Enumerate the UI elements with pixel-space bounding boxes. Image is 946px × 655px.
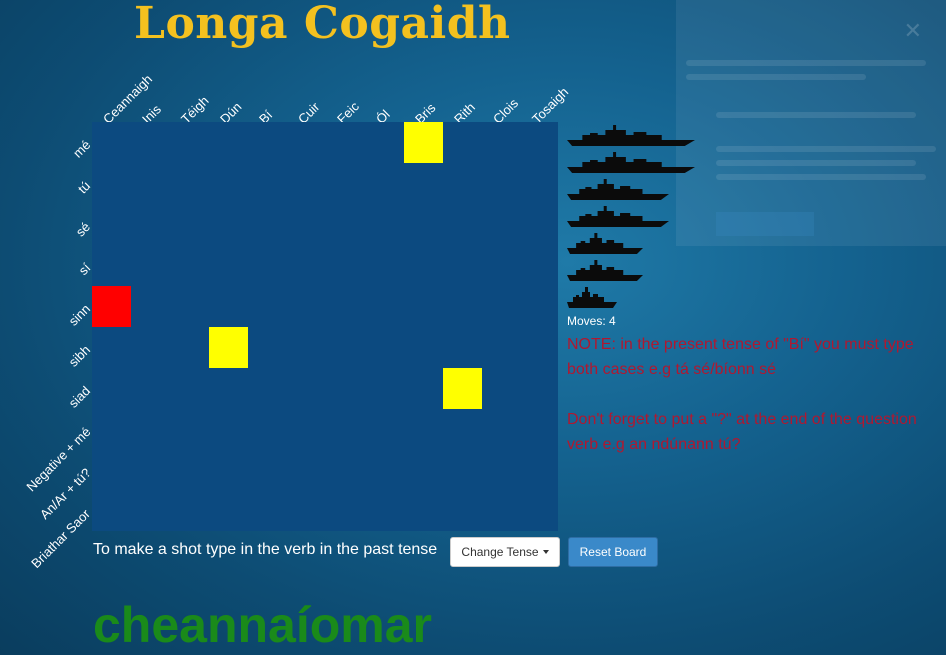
shot-instruction: To make a shot type in the verb in the p… [93, 541, 438, 558]
overlay-button [716, 212, 814, 236]
moves-counter: Moves: 4 [567, 314, 616, 328]
row-label: tú [75, 177, 94, 196]
column-label: Tosaigh [529, 84, 572, 127]
miss-cell[interactable] [404, 122, 443, 163]
overlay-text-line [716, 160, 916, 166]
row-label: mé [69, 136, 94, 161]
close-icon: ✕ [903, 18, 922, 43]
note-text: NOTE: in the present tense of "Bí" you m… [567, 332, 927, 457]
battleship-silhouette-icon [567, 178, 669, 200]
overlay-text-line [686, 74, 866, 80]
battleship-silhouette-icon [567, 205, 669, 227]
row-label: sinn [65, 300, 94, 329]
overlay-text-line [716, 112, 916, 118]
row-label: siad [65, 382, 94, 411]
battleship-silhouette-icon [567, 286, 617, 308]
verb-answer-display: cheannaíomar [93, 597, 433, 653]
battleship-silhouette-icon [567, 259, 643, 281]
hit-cell[interactable] [92, 286, 131, 327]
row-label: sí [75, 259, 94, 278]
row-label: Briathar Saor [28, 505, 94, 571]
overlay-text-line [716, 146, 936, 152]
overlay-text-line [716, 174, 926, 180]
miss-cell[interactable] [209, 327, 248, 368]
miss-cell[interactable] [443, 368, 482, 409]
faded-notification-overlay: ✕ [676, 0, 946, 246]
caret-down-icon [542, 550, 549, 554]
change-tense-button[interactable]: Change Tense [450, 537, 560, 567]
change-tense-label: Change Tense [461, 545, 539, 559]
game-board[interactable] [92, 122, 558, 531]
battleship-silhouette-icon [567, 232, 643, 254]
reset-board-button[interactable]: Reset Board [568, 537, 658, 567]
note-question-mark: Don't forget to put a "?" at the end of … [567, 411, 917, 453]
game-title: Longa Cogaidh [134, 0, 511, 49]
row-label: sibh [65, 341, 94, 370]
battleship-silhouette-icon [567, 124, 695, 146]
overlay-text-line [686, 60, 926, 66]
note-present-tense: NOTE: in the present tense of "Bí" you m… [567, 336, 914, 378]
battleship-silhouette-icon [567, 151, 695, 173]
row-label: sé [72, 218, 94, 240]
